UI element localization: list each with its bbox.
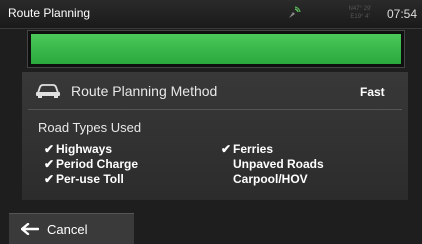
gps-latitude: N47° 29' [348, 6, 372, 12]
route-progress-bar [27, 30, 405, 68]
clock: 07:54 [387, 7, 418, 21]
panel-divider [28, 109, 402, 110]
road-type-period-charge[interactable]: ✔ Period Charge [44, 157, 138, 171]
checkmark-icon: ✔ [44, 172, 55, 186]
route-progress-fill [31, 34, 401, 64]
cancel-label: Cancel [47, 222, 88, 237]
road-type-unpaved-roads[interactable]: Unpaved Roads [221, 157, 324, 171]
checkmark-icon: ✔ [44, 157, 55, 171]
road-type-carpool-hov[interactable]: Carpool/HOV [221, 172, 308, 186]
road-type-ferries[interactable]: ✔ Ferries [221, 142, 273, 156]
route-method-value[interactable]: Fast [360, 85, 385, 99]
checkmark-icon: ✔ [44, 142, 55, 156]
road-types-heading[interactable]: Road Types Used [38, 120, 141, 135]
road-type-per-use-toll[interactable]: ✔ Per-use Toll [44, 172, 124, 186]
gps-longitude: E19° 4' [350, 14, 370, 20]
gps-satellite-icon [289, 6, 301, 18]
gps-coordinates: N47° 29' E19° 4' [340, 5, 380, 21]
route-settings-panel: Route Planning Method Fast Road Types Us… [22, 72, 408, 200]
screen-title: Route Planning [8, 6, 91, 20]
cancel-button[interactable]: Cancel [9, 213, 134, 244]
route-method-label[interactable]: Route Planning Method [71, 83, 217, 99]
road-type-highways[interactable]: ✔ Highways [44, 142, 112, 156]
status-bar: Route Planning N47° 29' E19° 4' 07:54 [0, 0, 422, 29]
back-arrow-icon [21, 223, 39, 235]
car-icon [36, 84, 60, 98]
checkmark-icon: ✔ [221, 142, 232, 156]
